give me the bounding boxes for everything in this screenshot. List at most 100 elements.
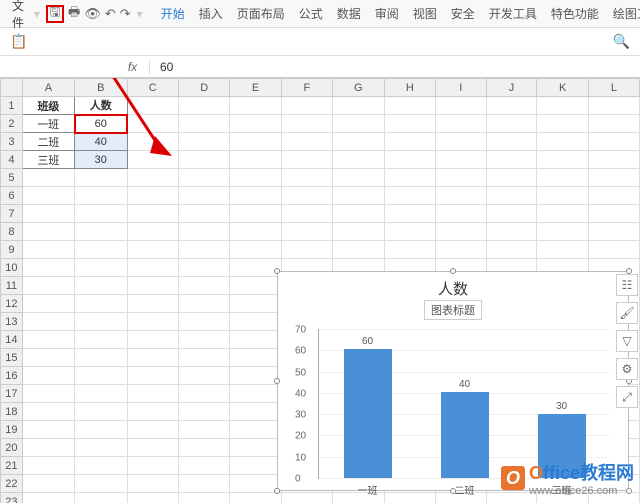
- cell-C19[interactable]: [127, 421, 178, 439]
- bar-二班[interactable]: 40 二班: [435, 379, 495, 478]
- cell-C15[interactable]: [127, 349, 178, 367]
- cell-B14[interactable]: [75, 331, 128, 349]
- settings-icon[interactable]: ⚙: [616, 358, 638, 380]
- row-header-21[interactable]: 21: [1, 457, 23, 475]
- row-header-4[interactable]: 4: [1, 151, 23, 169]
- row-header-13[interactable]: 13: [1, 313, 23, 331]
- cell-D5[interactable]: [178, 169, 229, 187]
- cell-C23[interactable]: [127, 493, 178, 503]
- cell-B21[interactable]: [75, 457, 128, 475]
- cell-E2[interactable]: [230, 115, 281, 133]
- cell-H4[interactable]: [384, 151, 435, 169]
- cell-A15[interactable]: [22, 349, 74, 367]
- cell-C6[interactable]: [127, 187, 178, 205]
- cell-E23[interactable]: [230, 493, 281, 503]
- formula-input[interactable]: 60: [150, 60, 640, 74]
- cell-B15[interactable]: [75, 349, 128, 367]
- filter-icon[interactable]: ▽: [616, 330, 638, 352]
- cell-A19[interactable]: [22, 421, 74, 439]
- row-header-9[interactable]: 9: [1, 241, 23, 259]
- row-header-3[interactable]: 3: [1, 133, 23, 151]
- cell-H8[interactable]: [384, 223, 435, 241]
- cell-B13[interactable]: [75, 313, 128, 331]
- cell-C16[interactable]: [127, 367, 178, 385]
- file-menu[interactable]: 文件: [12, 0, 24, 31]
- select-all-corner[interactable]: [1, 79, 23, 97]
- tab-start[interactable]: 开始: [161, 5, 185, 22]
- cell-G5[interactable]: [332, 169, 384, 187]
- col-header-G[interactable]: G: [332, 79, 384, 97]
- cell-K9[interactable]: [537, 241, 588, 259]
- cell-L1[interactable]: [588, 97, 639, 115]
- chart-subtitle[interactable]: 图表标题: [424, 300, 482, 320]
- cell-A21[interactable]: [22, 457, 74, 475]
- cell-I1[interactable]: [436, 97, 486, 115]
- cell-K2[interactable]: [537, 115, 588, 133]
- col-header-A[interactable]: A: [22, 79, 74, 97]
- row-header-23[interactable]: 23: [1, 493, 23, 503]
- cell-B9[interactable]: [75, 241, 128, 259]
- cell-L5[interactable]: [588, 169, 639, 187]
- cell-H1[interactable]: [384, 97, 435, 115]
- tab-view[interactable]: 视图: [413, 5, 437, 22]
- cell-E5[interactable]: [230, 169, 281, 187]
- cell-C17[interactable]: [127, 385, 178, 403]
- bar-一班[interactable]: 60 一班: [338, 336, 398, 478]
- paste-icon[interactable]: 📋: [10, 33, 27, 50]
- cell-E11[interactable]: [230, 277, 281, 295]
- cell-A9[interactable]: [22, 241, 74, 259]
- cell-C14[interactable]: [127, 331, 178, 349]
- cell-C18[interactable]: [127, 403, 178, 421]
- cell-A11[interactable]: [22, 277, 74, 295]
- cell-B12[interactable]: [75, 295, 128, 313]
- row-header-17[interactable]: 17: [1, 385, 23, 403]
- cell-B2[interactable]: 60: [75, 115, 128, 133]
- cell-K5[interactable]: [537, 169, 588, 187]
- cell-D17[interactable]: [178, 385, 229, 403]
- cell-G1[interactable]: [332, 97, 384, 115]
- cell-E1[interactable]: [230, 97, 281, 115]
- cell-J9[interactable]: [486, 241, 537, 259]
- tab-review[interactable]: 审阅: [375, 5, 399, 22]
- cell-I3[interactable]: [436, 133, 486, 151]
- cell-F1[interactable]: [281, 97, 332, 115]
- cell-J5[interactable]: [486, 169, 537, 187]
- row-header-11[interactable]: 11: [1, 277, 23, 295]
- cell-F3[interactable]: [281, 133, 332, 151]
- row-header-20[interactable]: 20: [1, 439, 23, 457]
- tab-dev[interactable]: 开发工具: [489, 5, 537, 22]
- cell-B4[interactable]: 30: [75, 151, 128, 169]
- col-header-I[interactable]: I: [436, 79, 486, 97]
- cell-D7[interactable]: [178, 205, 229, 223]
- cell-I8[interactable]: [436, 223, 486, 241]
- row-header-2[interactable]: 2: [1, 115, 23, 133]
- cell-E18[interactable]: [230, 403, 281, 421]
- cell-E9[interactable]: [230, 241, 281, 259]
- cell-I2[interactable]: [436, 115, 486, 133]
- cell-E12[interactable]: [230, 295, 281, 313]
- cell-F9[interactable]: [281, 241, 332, 259]
- hamburger-icon[interactable]: [6, 6, 8, 22]
- tab-layout[interactable]: 页面布局: [237, 5, 285, 22]
- cell-D19[interactable]: [178, 421, 229, 439]
- tab-formula[interactable]: 公式: [299, 5, 323, 22]
- cell-D16[interactable]: [178, 367, 229, 385]
- col-header-L[interactable]: L: [588, 79, 639, 97]
- cell-G7[interactable]: [332, 205, 384, 223]
- cell-E8[interactable]: [230, 223, 281, 241]
- cell-D8[interactable]: [178, 223, 229, 241]
- cell-I5[interactable]: [436, 169, 486, 187]
- cell-F5[interactable]: [281, 169, 332, 187]
- cell-E13[interactable]: [230, 313, 281, 331]
- cell-A4[interactable]: 三班: [22, 151, 74, 169]
- print-icon[interactable]: 🖶: [68, 5, 80, 23]
- row-header-15[interactable]: 15: [1, 349, 23, 367]
- cell-B22[interactable]: [75, 475, 128, 493]
- row-header-12[interactable]: 12: [1, 295, 23, 313]
- compress-icon[interactable]: ⤢: [616, 386, 638, 408]
- row-header-6[interactable]: 6: [1, 187, 23, 205]
- cell-G3[interactable]: [332, 133, 384, 151]
- row-header-18[interactable]: 18: [1, 403, 23, 421]
- cell-K6[interactable]: [537, 187, 588, 205]
- cell-A17[interactable]: [22, 385, 74, 403]
